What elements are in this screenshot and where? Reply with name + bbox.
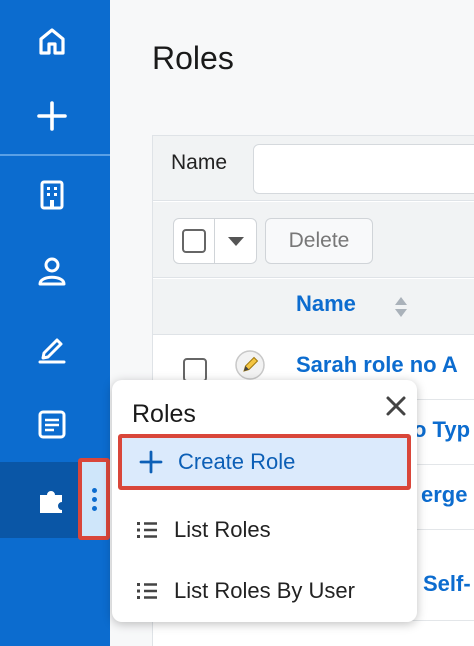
home-icon: [39, 28, 65, 55]
sidebar-item-documents[interactable]: [0, 386, 110, 462]
role-name-link[interactable]: Sarah role no A: [296, 352, 458, 378]
mass-select-dropdown[interactable]: [215, 219, 256, 263]
roles-module-menu: Roles Create Role List Roles List Roles …: [112, 380, 417, 622]
menu-item-list-roles[interactable]: List Roles: [118, 502, 411, 558]
user-icon: [38, 257, 66, 286]
edit-pencil-icon[interactable]: [233, 348, 267, 382]
menu-item-create-role[interactable]: Create Role: [118, 434, 411, 490]
sidebar: [0, 0, 110, 646]
delete-button[interactable]: Delete: [265, 218, 373, 264]
popup-title: Roles: [132, 400, 196, 428]
role-name-link[interactable]: erge: [421, 482, 467, 508]
action-row: Delete: [153, 202, 474, 278]
menu-item-label: Create Role: [178, 449, 296, 474]
mass-select: [173, 218, 257, 264]
sidebar-item-accounts[interactable]: [0, 157, 110, 233]
sidebar-item-quick-create[interactable]: [0, 78, 110, 154]
menu-item-list-roles-by-user[interactable]: List Roles By User: [118, 563, 411, 619]
kebab-dot: [91, 505, 97, 511]
table-header: Name: [153, 279, 474, 335]
menu-item-label: List Roles: [174, 517, 271, 542]
sidebar-item-home[interactable]: [0, 3, 110, 79]
sidebar-divider: [0, 154, 110, 156]
document-icon: [38, 410, 66, 439]
signature-icon: [38, 338, 66, 364]
sidebar-item-contacts[interactable]: [0, 233, 110, 309]
plus-icon: [139, 450, 163, 474]
row-checkbox[interactable]: [183, 358, 207, 382]
list-icon: [137, 522, 157, 538]
plus-icon: [37, 101, 67, 131]
menu-item-label: List Roles By User: [174, 578, 355, 603]
chevron-down-icon: [227, 236, 244, 246]
select-all-checkbox-cell[interactable]: [174, 219, 216, 263]
role-name-link[interactable]: o Typ: [413, 417, 470, 443]
column-header-name[interactable]: Name: [296, 291, 356, 317]
filter-label: Name: [171, 151, 228, 174]
module-menu-kebab-button[interactable]: [78, 458, 110, 540]
name-filter-input[interactable]: [253, 144, 474, 194]
list-icon: [137, 583, 157, 599]
select-all-checkbox[interactable]: [182, 229, 206, 253]
sidebar-item-sign[interactable]: [0, 310, 110, 386]
kebab-dot: [91, 487, 97, 493]
close-icon[interactable]: [384, 394, 408, 418]
sort-icon[interactable]: [393, 294, 409, 320]
filter-row: Name: [153, 136, 474, 201]
puzzle-icon: [40, 491, 62, 513]
building-icon: [40, 180, 64, 210]
page-title: Roles: [152, 40, 234, 76]
kebab-dot: [91, 496, 97, 502]
role-name-link[interactable]: Self-: [423, 571, 471, 597]
